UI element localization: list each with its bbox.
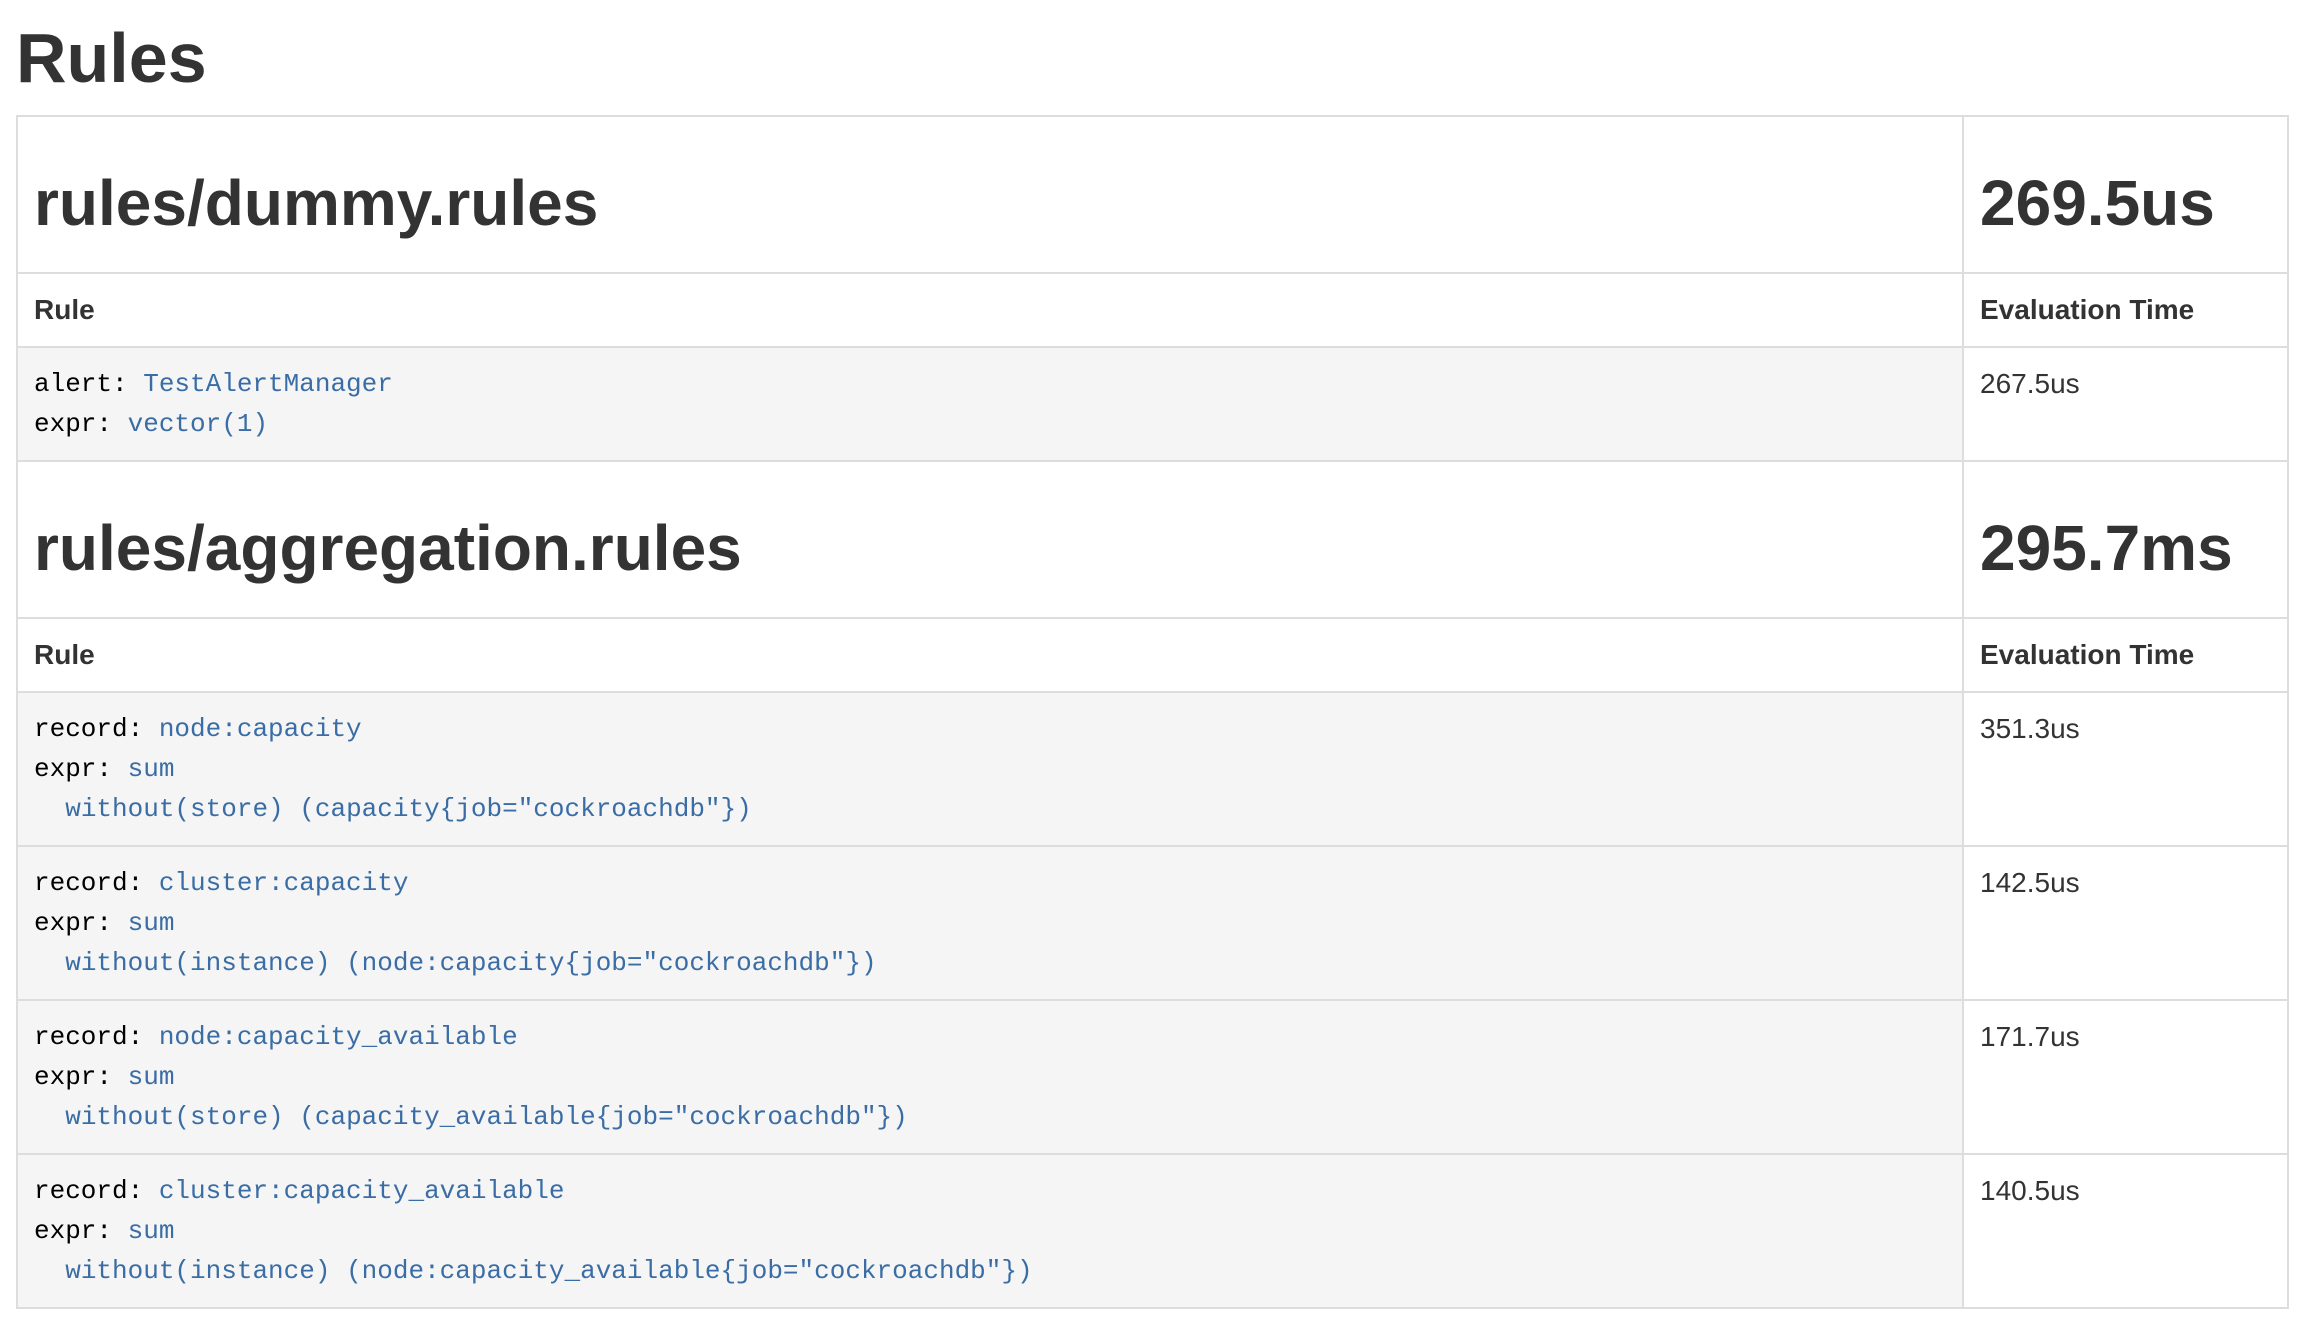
rule-definition: record: node:capacity expr: sum without(… [17,692,1963,846]
page-title: Rules [16,20,2289,97]
rule-keyword: expr: [34,754,128,784]
rule-keyword: record: [34,714,159,744]
rule-definition: record: cluster:capacity_available expr:… [17,1154,1963,1308]
rule-expression-link[interactable]: sum [128,908,175,938]
rule-keyword: expr: [34,1062,128,1092]
rule-expression-link[interactable]: node:capacity_available [159,1022,518,1052]
rule-group-file-cell: rules/aggregation.rules [17,461,1963,618]
rule-evaluation-time: 351.3us [1963,692,2288,846]
rule-code-line: expr: sum [34,1211,1946,1251]
rule-expression-link[interactable]: without(store) (capacity{job="cockroachd… [65,794,752,824]
rule-indent [34,1256,65,1286]
rule-expression-link[interactable]: vector(1) [128,409,268,439]
rule-row: record: node:capacity expr: sum without(… [17,692,2288,846]
rule-code-line: without(instance) (node:capacity_availab… [34,1251,1946,1291]
column-header-row: Rule Evaluation Time [17,618,2288,692]
rule-expression-link[interactable]: cluster:capacity_available [159,1176,565,1206]
rule-expression-link[interactable]: node:capacity [159,714,362,744]
column-header-rule: Rule [17,273,1963,347]
rule-expression-link[interactable]: TestAlertManager [143,369,393,399]
rules-table: rules/dummy.rules 269.5us Rule Evaluatio… [16,115,2289,1309]
rule-definition: alert: TestAlertManager expr: vector(1) [17,347,1963,461]
rule-row: record: node:capacity_available expr: su… [17,1000,2288,1154]
rule-code-line: expr: sum [34,749,1946,789]
rule-keyword: expr: [34,908,128,938]
rule-evaluation-time: 142.5us [1963,846,2288,1000]
rule-expression-link[interactable]: sum [128,1062,175,1092]
rule-keyword: alert: [34,369,143,399]
rule-row: record: cluster:capacity expr: sum witho… [17,846,2288,1000]
rule-definition: record: cluster:capacity expr: sum witho… [17,846,1963,1000]
rule-code-line: without(instance) (node:capacity{job="co… [34,943,1946,983]
rule-code-line: record: node:capacity [34,709,1946,749]
rule-group-file: rules/aggregation.rules [34,514,1946,583]
rule-code-line: record: cluster:capacity_available [34,1171,1946,1211]
rule-expression-link[interactable]: without(store) (capacity_available{job="… [65,1102,908,1132]
column-header-evaluation-time: Evaluation Time [1963,273,2288,347]
rule-keyword: record: [34,868,159,898]
rule-group-total-evaluation-time: 269.5us [1980,169,2271,238]
rule-group-total-evaluation-time: 295.7ms [1980,514,2271,583]
rule-code-line: without(store) (capacity_available{job="… [34,1097,1946,1137]
column-header-rule: Rule [17,618,1963,692]
rule-keyword: expr: [34,1216,128,1246]
rule-expression-link[interactable]: without(instance) (node:capacity{job="co… [65,948,876,978]
rule-indent [34,1102,65,1132]
rule-group-total-time-cell: 295.7ms [1963,461,2288,618]
rule-code-line: record: cluster:capacity [34,863,1946,903]
column-header-evaluation-time: Evaluation Time [1963,618,2288,692]
rule-code-line: without(store) (capacity{job="cockroachd… [34,789,1946,829]
rule-keyword: record: [34,1022,159,1052]
rule-code-line: expr: sum [34,903,1946,943]
rule-row: record: cluster:capacity_available expr:… [17,1154,2288,1308]
rule-indent [34,948,65,978]
rule-code-line: expr: sum [34,1057,1946,1097]
rule-keyword: record: [34,1176,159,1206]
rule-indent [34,794,65,824]
rule-group-file: rules/dummy.rules [34,169,1946,238]
rule-expression-link[interactable]: cluster:capacity [159,868,409,898]
rules-page: Rules rules/dummy.rules 269.5us Rule Eva… [0,20,2316,1309]
rule-evaluation-time: 171.7us [1963,1000,2288,1154]
rule-code-line: alert: TestAlertManager [34,364,1946,404]
column-header-row: Rule Evaluation Time [17,273,2288,347]
rule-group-header-row: rules/dummy.rules 269.5us [17,116,2288,273]
rule-group-total-time-cell: 269.5us [1963,116,2288,273]
rule-group-header-row: rules/aggregation.rules 295.7ms [17,461,2288,618]
rule-group-file-cell: rules/dummy.rules [17,116,1963,273]
rule-row: alert: TestAlertManager expr: vector(1) … [17,347,2288,461]
rule-expression-link[interactable]: sum [128,754,175,784]
rule-evaluation-time: 140.5us [1963,1154,2288,1308]
rule-expression-link[interactable]: sum [128,1216,175,1246]
rule-code-line: record: node:capacity_available [34,1017,1946,1057]
rule-code-line: expr: vector(1) [34,404,1946,444]
rule-expression-link[interactable]: without(instance) (node:capacity_availab… [65,1256,1032,1286]
rule-evaluation-time: 267.5us [1963,347,2288,461]
rule-keyword: expr: [34,409,128,439]
rule-definition: record: node:capacity_available expr: su… [17,1000,1963,1154]
